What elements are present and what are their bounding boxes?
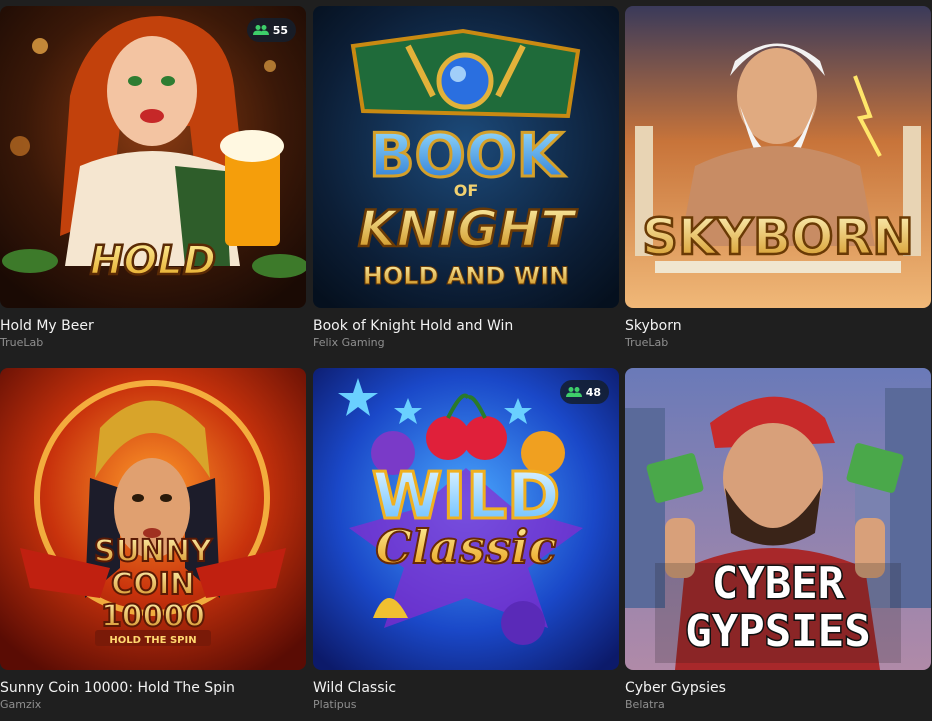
game-art-book-of-knight: BOOK OF KNIGHT HOLD AND WIN — [313, 6, 619, 308]
game-provider: Gamzix — [0, 698, 42, 711]
game-title[interactable]: Hold My Beer — [0, 317, 306, 335]
game-card-sunny-coin[interactable]: SUNNY COIN 10000 HOLD THE SPIN Sunny Coi… — [0, 368, 306, 712]
art-logo-text: 10000 — [101, 599, 205, 634]
game-title[interactable]: Sunny Coin 10000: Hold The Spin — [0, 679, 306, 697]
art-logo-text: OF — [454, 181, 479, 200]
game-grid: HOLD 55 Hold My Beer TrueLab BOOK OF KNI… — [0, 0, 932, 721]
art-logo-text: COIN — [111, 567, 195, 602]
art-logo-text: HOLD AND WIN — [363, 262, 569, 290]
game-title[interactable]: Wild Classic — [313, 679, 619, 697]
game-art-hold-my-beer: HOLD — [0, 6, 306, 308]
game-title[interactable]: Book of Knight Hold and Win — [313, 317, 619, 335]
game-art-wild-classic: WILD Classic — [313, 368, 619, 670]
game-thumbnail[interactable]: SKYBORN — [625, 6, 931, 308]
game-title[interactable]: Skyborn — [625, 317, 931, 335]
game-card-book-of-knight[interactable]: BOOK OF KNIGHT HOLD AND WIN Book of Knig… — [313, 6, 619, 350]
art-logo-text: SKYBORN — [642, 208, 914, 266]
game-thumbnail[interactable]: BOOK OF KNIGHT HOLD AND WIN — [313, 6, 619, 308]
art-logo-text: GYPSIES — [685, 606, 870, 657]
game-card-cyber-gypsies[interactable]: CYBER GYPSIES Cyber Gypsies Belatra — [625, 368, 931, 712]
game-card-skyborn[interactable]: SKYBORN Skyborn TrueLab — [625, 6, 931, 350]
art-logo-text: KNIGHT — [358, 200, 578, 258]
art-logo-text: HOLD — [90, 238, 216, 284]
game-art-sunny-coin: SUNNY COIN 10000 HOLD THE SPIN — [0, 368, 306, 670]
online-players-badge: 55 — [246, 18, 296, 42]
players-count: 48 — [585, 385, 601, 399]
game-title[interactable]: Cyber Gypsies — [625, 679, 931, 697]
users-icon — [565, 387, 582, 397]
game-card-hold-my-beer[interactable]: HOLD 55 Hold My Beer TrueLab — [0, 6, 306, 350]
game-thumbnail[interactable]: CYBER GYPSIES — [625, 368, 931, 670]
game-provider: Felix Gaming — [313, 336, 385, 349]
game-provider: TrueLab — [625, 336, 669, 349]
game-provider: Belatra — [625, 698, 665, 711]
art-logo-text: HOLD THE SPIN — [109, 635, 196, 646]
art-logo-text: SUNNY — [94, 534, 213, 569]
game-thumbnail[interactable]: WILD Classic 48 — [313, 368, 619, 670]
game-card-wild-classic[interactable]: WILD Classic 48 Wild Classic Platipus — [313, 368, 619, 712]
online-players-badge: 48 — [559, 380, 609, 404]
art-logo-text: CYBER — [712, 558, 845, 609]
game-art-skyborn: SKYBORN — [625, 6, 931, 308]
game-provider: Platipus — [313, 698, 357, 711]
players-count: 55 — [272, 23, 288, 37]
game-thumbnail[interactable]: SUNNY COIN 10000 HOLD THE SPIN — [0, 368, 306, 670]
game-art-cyber-gypsies: CYBER GYPSIES — [625, 368, 931, 670]
users-icon — [252, 25, 269, 35]
game-thumbnail[interactable]: HOLD 55 — [0, 6, 306, 308]
art-logo-text: Classic — [375, 520, 556, 574]
game-provider: TrueLab — [0, 336, 44, 349]
